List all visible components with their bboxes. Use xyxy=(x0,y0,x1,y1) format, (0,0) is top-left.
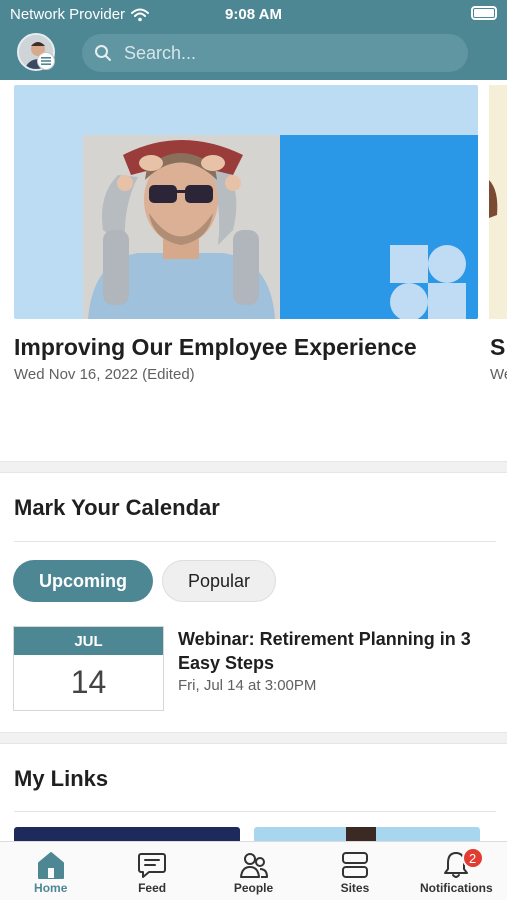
next-news-date: We xyxy=(490,366,507,383)
link-card[interactable] xyxy=(14,827,240,841)
event-date-tile[interactable]: JUL 14 xyxy=(13,626,164,711)
section-divider xyxy=(0,732,507,744)
tab-upcoming[interactable]: Upcoming xyxy=(13,560,153,602)
next-news-title[interactable]: S xyxy=(490,334,505,361)
home-icon xyxy=(37,852,64,879)
nav-feed[interactable]: Feed xyxy=(101,842,202,900)
search-input[interactable] xyxy=(124,42,444,64)
nav-home-label: Home xyxy=(34,881,68,895)
nav-sites-label: Sites xyxy=(340,881,370,895)
event-time: Fri, Jul 14 at 3:00PM xyxy=(178,677,317,694)
status-time: 9:08 AM xyxy=(225,6,282,23)
nav-people[interactable]: People xyxy=(203,842,304,900)
nav-home[interactable]: Home xyxy=(0,842,101,900)
link-card[interactable] xyxy=(254,827,480,841)
sites-icon xyxy=(341,852,368,878)
news-card-image[interactable] xyxy=(14,85,478,319)
people-icon xyxy=(239,853,268,878)
next-news-card-image[interactable] xyxy=(489,85,507,319)
nav-people-label: People xyxy=(233,881,274,895)
divider xyxy=(14,541,496,542)
section-divider xyxy=(0,461,507,473)
bottom-nav: Home Feed People Sites Notifications 2 xyxy=(0,841,507,900)
battery-icon xyxy=(471,6,497,20)
nav-feed-label: Feed xyxy=(138,881,167,895)
news-date: Wed Nov 16, 2022 (Edited) xyxy=(14,366,195,383)
search-bar[interactable] xyxy=(82,34,468,72)
nav-notifications[interactable]: Notifications 2 xyxy=(406,842,507,900)
event-title[interactable]: Webinar: Retirement Planning in 3 Easy S… xyxy=(178,627,478,675)
divider xyxy=(14,811,496,812)
notification-count-badge: 2 xyxy=(461,847,484,869)
profile-menu-icon[interactable] xyxy=(37,52,55,70)
event-month: JUL xyxy=(14,627,163,655)
event-day: 14 xyxy=(70,664,107,700)
news-title[interactable]: Improving Our Employee Experience xyxy=(14,334,417,361)
news-photo xyxy=(83,135,280,319)
nav-sites[interactable]: Sites xyxy=(304,842,405,900)
calendar-section-title: Mark Your Calendar xyxy=(14,495,220,520)
app-header: Network Provider 9:08 AM xyxy=(0,0,507,80)
tab-popular[interactable]: Popular xyxy=(162,560,276,602)
links-section-title: My Links xyxy=(14,766,109,791)
news-graphic xyxy=(280,135,478,319)
nav-notifications-label: Notifications xyxy=(419,881,493,895)
feed-icon xyxy=(138,853,167,878)
search-icon xyxy=(95,45,111,61)
status-bar: Network Provider 9:08 AM xyxy=(0,0,507,28)
